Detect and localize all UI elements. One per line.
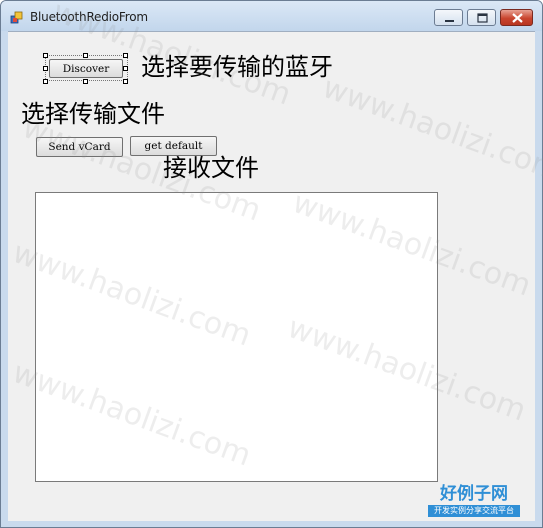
selection-handle-tr[interactable] [123,53,128,58]
app-window: BluetoothRedioFrom Discover 选择要传输的蓝牙 选择传… [0,0,543,528]
minimize-button[interactable] [434,9,463,26]
maximize-icon [477,13,488,23]
app-icon [10,10,24,24]
maximize-button[interactable] [467,9,496,26]
selection-handle-tl[interactable] [43,53,48,58]
form-client-area: Discover 选择要传输的蓝牙 选择传输文件 Send vCard get … [8,31,535,521]
send-vcard-button[interactable]: Send vCard [36,137,123,157]
selection-handle-br[interactable] [123,79,128,84]
received-files-listbox[interactable] [35,192,438,482]
selection-handle-ml[interactable] [43,66,48,71]
title-bar[interactable]: BluetoothRedioFrom [1,1,542,31]
minimize-icon [445,20,454,22]
close-icon [512,13,523,23]
selection-handle-tm[interactable] [83,53,88,58]
discover-button[interactable]: Discover [49,59,123,78]
receive-file-label: 接收文件 [163,154,259,182]
window-title: BluetoothRedioFrom [30,10,148,24]
get-default-button[interactable]: get default [130,136,217,156]
selection-handle-bm[interactable] [83,79,88,84]
selection-handle-mr[interactable] [123,66,128,71]
close-button[interactable] [500,9,533,26]
selection-handle-bl[interactable] [43,79,48,84]
select-bluetooth-label: 选择要传输的蓝牙 [141,53,333,81]
select-file-label: 选择传输文件 [21,100,165,128]
